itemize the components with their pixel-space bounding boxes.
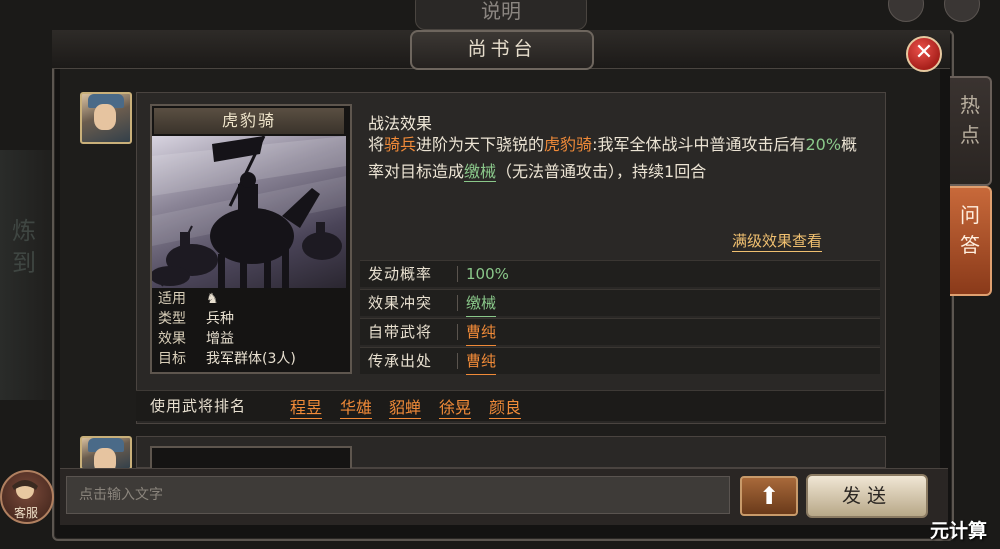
user-link[interactable]: 徐晃 xyxy=(439,394,472,419)
user-link[interactable]: 颜良 xyxy=(489,394,522,419)
info-value: 100% xyxy=(466,265,509,283)
info-row-conflict: 效果冲突 缴械 xyxy=(360,289,880,317)
divider xyxy=(457,266,458,282)
desc-troop-type: 骑兵 xyxy=(384,135,417,154)
info-key: 效果冲突 xyxy=(368,294,433,312)
background-title: 说明 xyxy=(415,0,587,30)
tab-hot[interactable]: 热 点 xyxy=(950,76,992,186)
cavalry-silhouette-image xyxy=(152,136,346,288)
user-link[interactable]: 程昱 xyxy=(290,394,323,419)
avatar-face xyxy=(94,104,116,130)
attr-key: 类型 xyxy=(158,311,186,327)
info-row-inherit-source: 传承出处 曹纯 xyxy=(360,347,880,375)
arrow-up-icon: ⬆ xyxy=(758,482,780,510)
full-level-effect-link[interactable]: 满级效果查看 xyxy=(732,230,823,252)
info-key: 发动概率 xyxy=(368,265,433,283)
tab-qa[interactable]: 问 答 xyxy=(950,186,992,296)
cavalry-artwork xyxy=(152,136,346,288)
info-value-link[interactable]: 曹纯 xyxy=(466,348,497,375)
attr-value: 我军群体(3人) xyxy=(206,351,296,367)
desc-text: 将 xyxy=(368,135,385,154)
background-left-text: 炼 到 xyxy=(12,217,36,277)
tactic-description: 将骑兵进阶为天下骁锐的虎豹骑:我军全体战斗中普通攻击后有20%概率对目标造成缴械… xyxy=(368,131,868,185)
info-value-link[interactable]: 曹纯 xyxy=(466,319,497,346)
attr-value: 增益 xyxy=(206,331,234,347)
attr-applicable: 适用 ♞ xyxy=(158,290,219,309)
attr-key: 目标 xyxy=(158,351,186,367)
desc-status-link[interactable]: 缴械 xyxy=(464,162,497,182)
general-avatar[interactable] xyxy=(80,436,132,470)
info-value-link[interactable]: 缴械 xyxy=(466,290,497,317)
watermark: 元计算 xyxy=(930,520,988,542)
desc-text: 进阶为天下骁锐的 xyxy=(416,135,545,154)
attr-key: 效果 xyxy=(158,331,186,347)
attr-type: 类型 兵种 xyxy=(158,310,234,329)
info-key: 自带武将 xyxy=(368,323,433,341)
info-row-trigger-rate: 发动概率 100% xyxy=(360,260,880,287)
horse-icon: ♞ xyxy=(206,291,219,307)
info-key: 传承出处 xyxy=(368,352,433,370)
unit-name: 虎豹骑 xyxy=(154,108,344,134)
customer-service-label[interactable]: 客服 xyxy=(6,504,46,521)
close-button[interactable]: ✕ xyxy=(906,36,942,72)
attr-key: 适用 xyxy=(158,291,186,307)
attr-value: 兵种 xyxy=(206,311,234,327)
dialog-title: 尚书台 xyxy=(410,30,594,70)
divider xyxy=(457,324,458,340)
background-button xyxy=(888,0,924,22)
attr-target: 目标 我军群体(3人) xyxy=(158,350,296,369)
send-button[interactable]: 发送 xyxy=(806,474,928,518)
desc-text: （无法普通攻击），持续1回合 xyxy=(496,162,707,181)
general-avatar[interactable] xyxy=(80,92,132,144)
desc-text: :我军全体战斗中普通攻击后有 xyxy=(592,135,806,154)
close-icon: ✕ xyxy=(914,40,934,65)
desc-unit-name: 虎豹骑 xyxy=(544,135,593,154)
desc-rate: 20% xyxy=(805,135,842,154)
users-label: 使用武将排名 xyxy=(150,397,247,415)
divider xyxy=(457,353,458,369)
unit-card xyxy=(150,446,352,468)
attr-effect: 效果 增益 xyxy=(158,330,234,349)
divider xyxy=(457,295,458,311)
user-link[interactable]: 貂蝉 xyxy=(389,394,422,419)
background-close-icon xyxy=(944,0,980,22)
user-link[interactable]: 华雄 xyxy=(340,394,373,419)
chat-input[interactable]: 点击输入文字 xyxy=(66,476,730,514)
info-row-own-general: 自带武将 曹纯 xyxy=(360,318,880,346)
scroll-top-button[interactable]: ⬆ xyxy=(740,476,798,516)
avatar-face xyxy=(94,448,116,468)
